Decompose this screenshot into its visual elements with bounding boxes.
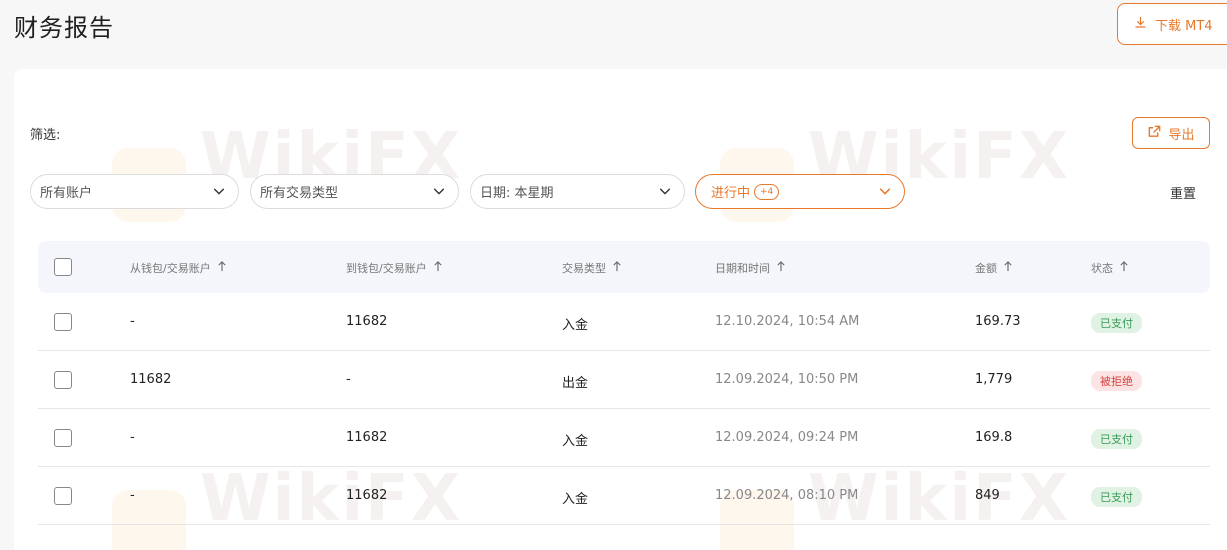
page-title: 财务报告	[14, 14, 114, 42]
table-row: - 11682 入金 12.09.2024, 09:24 PM 169.8 已支…	[38, 409, 1210, 467]
chevron-down-icon	[658, 184, 672, 202]
row-amount: 169.8	[975, 430, 1013, 445]
row-from: -	[130, 430, 135, 445]
transaction-type-select-value: 所有交易类型	[260, 186, 339, 201]
row-type: 入金	[562, 318, 589, 333]
chevron-down-icon	[878, 184, 892, 202]
download-mt4-label: 下载 MT4	[1155, 18, 1213, 34]
sort-arrow-icon	[1003, 261, 1013, 275]
column-datetime[interactable]: 日期和时间	[715, 260, 786, 276]
table-row: - 11682 入金 12.09.2024, 08:10 PM 849 已支付	[38, 467, 1210, 525]
row-from: -	[130, 314, 135, 329]
row-checkbox[interactable]	[54, 429, 72, 447]
status-badge: 已支付	[1091, 313, 1142, 333]
status-select[interactable]: 进行中 +4	[695, 174, 905, 209]
export-button[interactable]: 导出	[1132, 117, 1210, 149]
download-mt4-button[interactable]: 下载 MT4	[1117, 3, 1227, 45]
table-header: 从钱包/交易账户 到钱包/交易账户 交易类型 日期和时间 金额 状态	[38, 241, 1210, 293]
sort-arrow-icon	[217, 261, 227, 275]
column-from[interactable]: 从钱包/交易账户	[130, 260, 227, 276]
row-from: -	[130, 488, 135, 503]
row-checkbox[interactable]	[54, 487, 72, 505]
row-type: 入金	[562, 434, 589, 449]
column-from-label: 从钱包/交易账户	[130, 262, 211, 275]
download-icon	[1134, 16, 1147, 33]
select-all-checkbox[interactable]	[54, 258, 72, 276]
row-amount: 1,779	[975, 372, 1013, 387]
row-to: 11682	[346, 488, 388, 503]
row-to: 11682	[346, 430, 388, 445]
status-badge: 已支付	[1091, 487, 1142, 507]
row-to: 11682	[346, 314, 388, 329]
row-amount: 849	[975, 488, 1000, 503]
date-select-value: 日期: 本星期	[480, 186, 554, 201]
column-to[interactable]: 到钱包/交易账户	[346, 260, 443, 276]
reset-button[interactable]: 重置	[1170, 183, 1196, 202]
sort-arrow-icon	[1119, 261, 1129, 275]
row-datetime: 12.10.2024, 10:54 AM	[715, 314, 860, 329]
export-label: 导出	[1168, 127, 1195, 143]
sort-arrow-icon	[612, 261, 622, 275]
column-status-label: 状态	[1091, 262, 1113, 275]
column-status[interactable]: 状态	[1091, 260, 1129, 276]
row-datetime: 12.09.2024, 08:10 PM	[715, 488, 859, 503]
date-select[interactable]: 日期: 本星期	[470, 174, 685, 209]
column-to-label: 到钱包/交易账户	[346, 262, 427, 275]
row-amount: 169.73	[975, 314, 1021, 329]
export-icon	[1147, 124, 1162, 143]
row-datetime: 12.09.2024, 10:50 PM	[715, 372, 859, 387]
status-badge: 已支付	[1091, 429, 1142, 449]
row-type: 出金	[562, 376, 589, 391]
sort-arrow-icon	[433, 261, 443, 275]
status-extra-count: +4	[754, 183, 780, 200]
account-select-value: 所有账户	[40, 186, 93, 201]
status-select-value: 进行中	[711, 186, 751, 201]
account-select[interactable]: 所有账户	[30, 174, 239, 209]
row-type: 入金	[562, 492, 589, 507]
chevron-down-icon	[212, 184, 226, 202]
column-datetime-label: 日期和时间	[715, 262, 770, 275]
row-checkbox[interactable]	[54, 313, 72, 331]
table-row: 11682 - 出金 12.09.2024, 10:50 PM 1,779 被拒…	[38, 351, 1210, 409]
row-from: 11682	[130, 372, 172, 387]
row-datetime: 12.09.2024, 09:24 PM	[715, 430, 859, 445]
filter-label: 筛选:	[30, 128, 61, 143]
sort-arrow-icon	[776, 261, 786, 275]
column-type[interactable]: 交易类型	[562, 260, 622, 276]
column-amount[interactable]: 金额	[975, 260, 1013, 276]
chevron-down-icon	[432, 184, 446, 202]
transaction-type-select[interactable]: 所有交易类型	[250, 174, 459, 209]
status-badge: 被拒绝	[1091, 371, 1142, 391]
table-row: - 11682 入金 12.10.2024, 10:54 AM 169.73 已…	[38, 293, 1210, 351]
row-checkbox[interactable]	[54, 371, 72, 389]
row-to: -	[346, 372, 351, 387]
column-type-label: 交易类型	[562, 262, 606, 275]
column-amount-label: 金额	[975, 262, 997, 275]
